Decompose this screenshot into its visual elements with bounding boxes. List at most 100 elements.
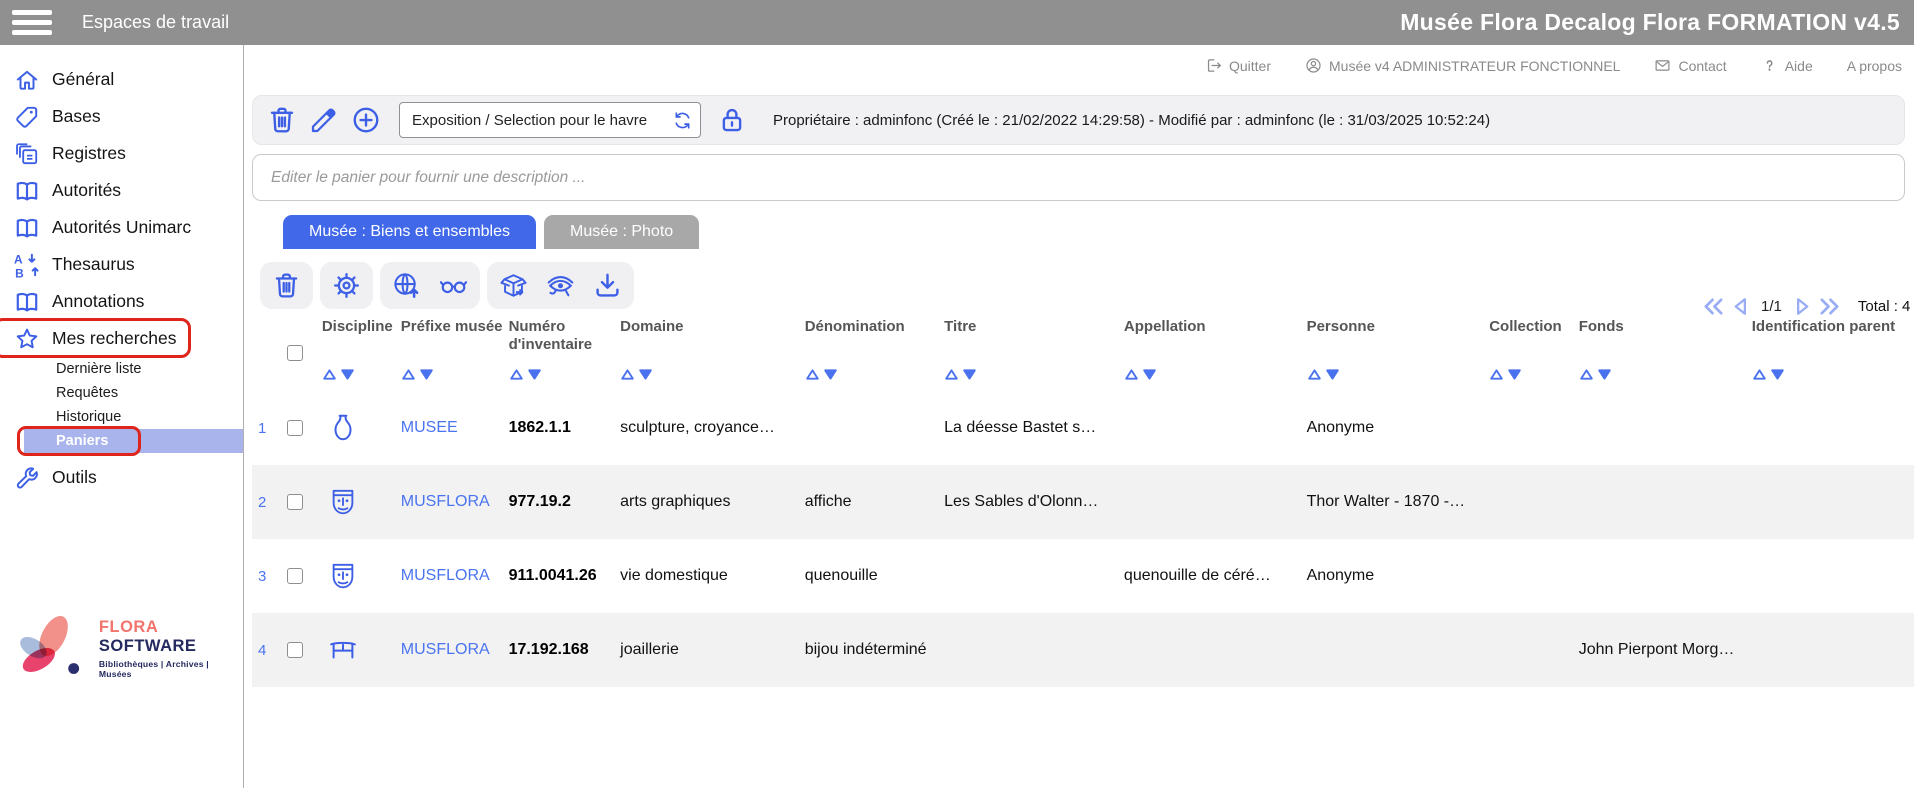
eye-of-horus-icon[interactable] [546, 271, 575, 300]
sort-asc-icon[interactable] [322, 368, 337, 381]
sidebar-item-general[interactable]: Général [0, 61, 243, 98]
sorters [1489, 368, 1522, 385]
sort-desc-icon[interactable] [823, 368, 838, 381]
row-number[interactable]: 4 [252, 613, 281, 687]
sort-desc-icon[interactable] [1142, 368, 1157, 381]
row-checkbox[interactable] [287, 568, 304, 584]
table-row[interactable]: 2 MUSFLORA 977.19.2 arts graphiques affiche L… [252, 465, 1914, 539]
sort-desc-icon[interactable] [1770, 368, 1785, 381]
sidebar-item-label: Thesaurus [52, 254, 135, 274]
tab-musee-photo[interactable]: Musée : Photo [544, 215, 700, 249]
sidebar-subitem-paniers[interactable]: Paniers [17, 426, 243, 456]
row-checkbox[interactable] [287, 642, 304, 658]
sort-asc-icon[interactable] [944, 368, 959, 381]
column-header-identification-parent[interactable]: Identification parent [1746, 315, 1914, 385]
tab-musee-biens-et-ensembles[interactable]: Musée : Biens et ensembles [283, 215, 536, 249]
personne-cell: Anonyme [1306, 567, 1375, 584]
column-header-discipline[interactable]: Discipline [316, 315, 395, 385]
sidebar-item-thesaurus[interactable]: A B Thesaurus [0, 246, 243, 283]
prefixe-link[interactable]: MUSEE [395, 391, 503, 465]
column-header-fonds[interactable]: Fonds [1573, 315, 1746, 385]
sidebar-item-autorites[interactable]: Autorités [0, 172, 243, 209]
sorters [401, 368, 434, 385]
prefixe-link[interactable]: MUSFLORA [395, 539, 503, 613]
sidebar-item-annotations[interactable]: Annotations [0, 283, 243, 320]
sidebar-item-mes-recherches[interactable]: Mes recherches [0, 318, 243, 358]
prefixe-link[interactable]: MUSFLORA [395, 613, 503, 687]
column-header-personne[interactable]: Personne [1301, 315, 1484, 385]
glasses-icon[interactable] [439, 271, 468, 300]
book-icon [14, 215, 40, 241]
row-checkbox[interactable] [287, 494, 304, 510]
column-header-collection[interactable]: Collection [1483, 315, 1573, 385]
sort-desc-icon[interactable] [962, 368, 977, 381]
select-all-checkbox[interactable] [287, 345, 304, 361]
row-checkbox[interactable] [287, 420, 304, 436]
sort-asc-icon[interactable] [1489, 368, 1504, 381]
column-header-appellation[interactable]: Appellation [1118, 315, 1301, 385]
amphora-icon [328, 413, 358, 443]
sidebar-item-registres[interactable]: Registres [0, 135, 243, 172]
prefixe-link[interactable]: MUSFLORA [395, 465, 503, 539]
sidebar-nav: Général Bases Registres Autorités Autorités … [0, 45, 243, 496]
sort-desc-icon[interactable] [1597, 368, 1612, 381]
table-row[interactable]: 4 MUSFLORA 17.192.168 joaillerie bijou indét… [252, 613, 1914, 687]
sidebar-subitem-requetes[interactable]: Requêtes [24, 381, 243, 405]
sort-desc-icon[interactable] [340, 368, 355, 381]
mask-icon [328, 561, 358, 591]
column-header-prefixe-musee[interactable]: Préfixe musée [395, 315, 503, 385]
sort-asc-icon[interactable] [509, 368, 524, 381]
header-link-quitter[interactable]: Quitter [1205, 57, 1271, 74]
titre-cell [938, 613, 1118, 687]
sidebar-item-autorites-unimarc[interactable]: Autorités Unimarc [0, 209, 243, 246]
description-input[interactable] [252, 154, 1905, 201]
download-icon[interactable] [593, 271, 622, 300]
column-header-denomination[interactable]: Dénomination [799, 315, 938, 385]
header-link-musee-v4-administrateur-fonctionnel[interactable]: Musée v4 ADMINISTRATEUR FONCTIONNEL [1305, 57, 1620, 74]
menu-icon[interactable] [12, 5, 52, 40]
table-row[interactable]: 3 MUSFLORA 911.0041.26 vie domestique quenou… [252, 539, 1914, 613]
row-number[interactable]: 3 [252, 539, 281, 613]
globe-upload-icon[interactable] [392, 271, 421, 300]
sort-asc-icon[interactable] [1579, 368, 1594, 381]
sidebar-item-bases[interactable]: Bases [0, 98, 243, 135]
trash-icon[interactable] [272, 271, 301, 300]
row-number[interactable]: 2 [252, 465, 281, 539]
sort-desc-icon[interactable] [1325, 368, 1340, 381]
sort-desc-icon[interactable] [638, 368, 653, 381]
sort-asc-icon[interactable] [1752, 368, 1767, 381]
header-link-label: Musée v4 ADMINISTRATEUR FONCTIONNEL [1329, 57, 1621, 74]
column-header-titre[interactable]: Titre [938, 315, 1118, 385]
header-link-contact[interactable]: Contact [1654, 57, 1727, 74]
sidebar-subitem-label: Paniers [56, 433, 109, 449]
sidebar-subitem-derniere-liste[interactable]: Dernière liste [24, 357, 243, 381]
sort-asc-icon[interactable] [620, 368, 635, 381]
row-number[interactable]: 1 [252, 391, 281, 465]
sort-asc-icon[interactable] [401, 368, 416, 381]
basket-selector[interactable]: Exposition / Selection pour le havre [399, 102, 701, 138]
domaine-cell: arts graphiques [620, 493, 731, 510]
trash-icon[interactable] [267, 105, 297, 135]
sorters [1307, 368, 1340, 385]
header-link-a-propos[interactable]: A propos [1847, 58, 1902, 74]
numero-inventaire: 17.192.168 [508, 641, 589, 658]
workspace-label[interactable]: Espaces de travail [82, 12, 229, 33]
sort-desc-icon[interactable] [1507, 368, 1522, 381]
sort-asc-icon[interactable] [805, 368, 820, 381]
gear-icon[interactable] [332, 271, 361, 300]
refresh-icon[interactable] [673, 111, 692, 130]
plus-circle-icon[interactable] [351, 105, 381, 135]
column-header-domaine[interactable]: Domaine [614, 315, 799, 385]
table-row[interactable]: 1 MUSEE 1862.1.1 sculpture, croyance… La dée… [252, 391, 1914, 465]
sidebar-item-outils[interactable]: Outils [0, 459, 243, 496]
sort-asc-icon[interactable] [1124, 368, 1139, 381]
sort-desc-icon[interactable] [419, 368, 434, 381]
sidebar: Général Bases Registres Autorités Autorités … [0, 45, 244, 788]
sort-desc-icon[interactable] [527, 368, 542, 381]
pencil-icon[interactable] [309, 105, 339, 135]
unbox-icon[interactable] [499, 271, 528, 300]
header-link-aide[interactable]: Aide [1761, 57, 1813, 74]
sidebar-subitem-historique[interactable]: Historique [24, 405, 243, 429]
column-header-numero-d-inventaire[interactable]: Numéro d'inventaire [503, 315, 615, 385]
sort-asc-icon[interactable] [1307, 368, 1322, 381]
